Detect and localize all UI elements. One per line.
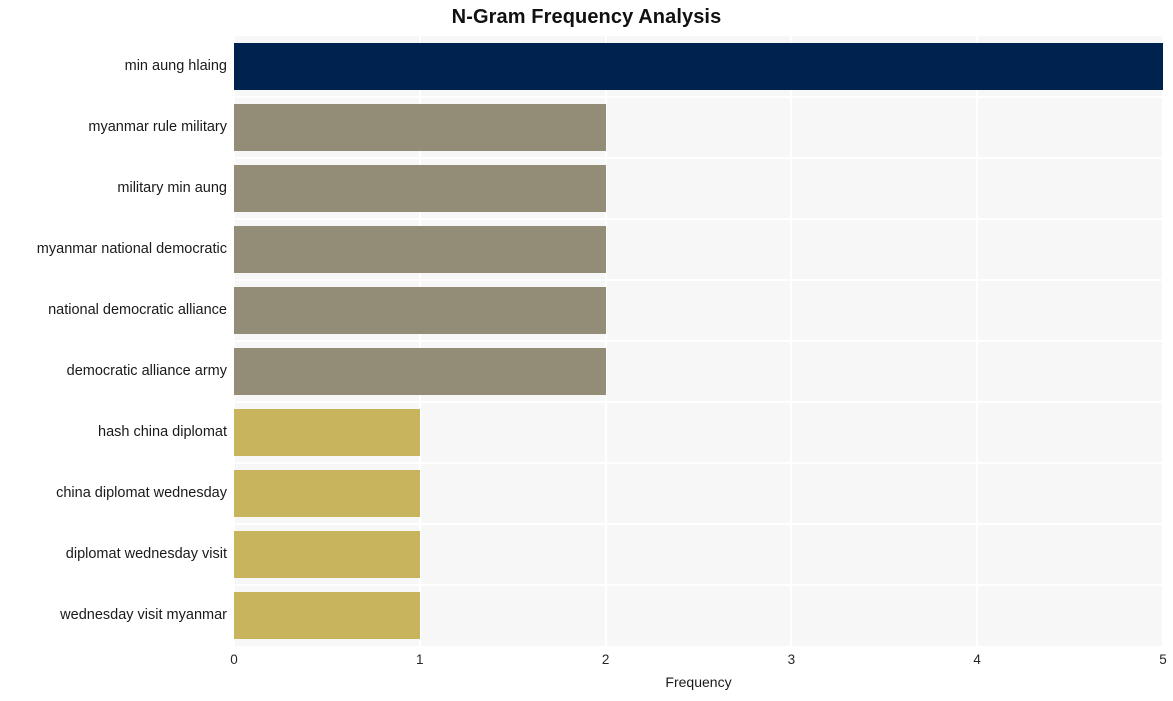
chart-title: N-Gram Frequency Analysis	[451, 6, 722, 28]
bar[interactable]	[234, 104, 606, 151]
y-axis-tick-label: military min aung	[117, 179, 227, 196]
y-axis-tick-label: myanmar national democratic	[36, 240, 227, 257]
x-axis-tick-label: 5	[1159, 652, 1167, 667]
y-axis-tick-label: min aung hlaing	[124, 57, 227, 74]
x-axis-tick-label: 3	[787, 652, 796, 667]
bar[interactable]	[234, 348, 606, 395]
bar[interactable]	[234, 470, 420, 517]
gridline-horizontal	[234, 401, 1163, 403]
x-axis-tick-labels: 0 1 2 3 4 5	[0, 646, 1173, 676]
bar[interactable]	[234, 165, 606, 212]
gridline-horizontal	[234, 157, 1163, 159]
bar[interactable]	[234, 531, 420, 578]
x-axis-tick-label: 0	[230, 652, 238, 667]
y-axis-tick-label: diplomat wednesday visit	[65, 545, 227, 562]
y-axis-tick-label: wednesday visit myanmar	[60, 606, 227, 623]
gridline-horizontal	[234, 218, 1163, 220]
x-axis-tick-label: 4	[973, 652, 981, 667]
gridline-horizontal	[234, 340, 1163, 342]
y-axis-tick-label: china diplomat wednesday	[56, 484, 227, 501]
y-axis-tick-label: hash china diplomat	[98, 423, 227, 440]
bar[interactable]	[234, 43, 1163, 90]
y-axis-tick-labels: min aung hlaing myanmar rule military mili…	[0, 36, 227, 646]
plot-area	[233, 36, 1164, 646]
x-axis-tick-label: 1	[416, 652, 424, 667]
gridline-horizontal	[234, 279, 1163, 281]
bar[interactable]	[234, 287, 606, 334]
y-axis-tick-label: national democratic alliance	[48, 301, 227, 318]
bar[interactable]	[234, 226, 606, 273]
x-axis-tick-label: 2	[601, 652, 610, 667]
gridline-horizontal	[234, 96, 1163, 98]
gridline-horizontal	[234, 523, 1163, 525]
gridline-horizontal	[234, 584, 1163, 586]
y-axis-tick-label: democratic alliance army	[66, 362, 227, 379]
gridline-horizontal	[234, 462, 1163, 464]
bar[interactable]	[234, 592, 420, 639]
x-axis-title: Frequency	[665, 674, 732, 690]
bar[interactable]	[234, 409, 420, 456]
y-axis-tick-label: myanmar rule military	[88, 118, 227, 135]
ngram-frequency-bar-chart: N-Gram Frequency Analysis min aung hlain…	[0, 0, 1173, 701]
